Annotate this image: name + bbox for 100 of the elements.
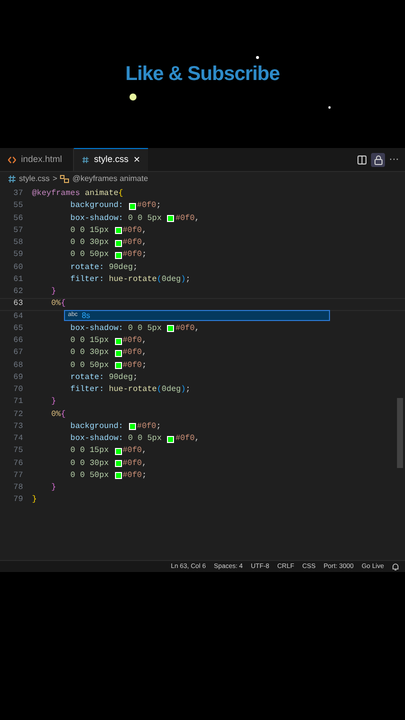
code-token: box-shadow: [69,433,124,446]
color-swatch[interactable] [114,338,122,345]
tab-label: index.html [21,152,62,166]
code-token: 0 0 15px [69,335,110,348]
color-swatch[interactable] [167,436,174,443]
overlay-title: Like & Subscribe [125,62,280,86]
code-token: rotate: [69,372,104,384]
code-token: , [142,224,147,237]
code-bracket: { [60,298,66,310]
code-icon [8,156,16,164]
breadcrumb-separator: > [52,173,58,185]
color-swatch[interactable] [129,423,136,430]
code-token: box-shadow: [69,322,124,335]
code-token: 0 0 15px [69,224,110,237]
code-token: #0f0 [122,237,142,250]
code-token: 0% [50,298,61,310]
code-token: #0f0 [175,322,195,335]
color-swatch[interactable] [114,240,122,247]
code-token: , [194,322,200,335]
line-number: 59 [12,249,24,262]
code-token: background: [69,200,124,212]
code-token: hue-rotate [108,384,157,396]
line-number: 67 [12,347,24,360]
code-bracket: ) [180,274,186,286]
color-swatch[interactable] [114,362,122,370]
code-token: animate [84,188,118,200]
code-token: #0f0 [122,347,142,360]
code-token: , [142,237,147,250]
line-number: 77 [12,470,24,482]
line-number: 75 [12,445,24,458]
code-token: 0 0 5px [127,212,163,225]
code-token: 90deg [108,262,133,274]
code-token: ; [156,420,162,433]
line-number: 71 [12,396,24,408]
code-token: filter: [69,274,104,286]
line-number: 72 [12,408,24,421]
color-swatch[interactable] [114,350,122,357]
code-bracket: ) [180,384,186,396]
color-swatch[interactable] [167,215,174,222]
code-bracket: ( [156,274,162,286]
code-token: ; [142,360,147,372]
code-token: 0 0 5px [127,322,163,335]
code-token: #0f0 [122,224,142,237]
code-token: , [194,212,200,225]
code-token: #0f0 [175,212,195,225]
lock-button[interactable] [371,152,385,166]
color-swatch[interactable] [114,460,122,468]
code-token: 0 0 5px [127,433,163,446]
code-token: 0 0 15px [69,445,110,458]
line-number: 76 [12,458,24,470]
editor-tab[interactable]: style.css × [74,148,148,171]
breadcrumb-file[interactable]: style.css [19,173,50,185]
color-swatch[interactable] [167,325,174,332]
bell-icon[interactable] [392,562,399,570]
code-token: #0f0 [137,420,156,433]
line-number: 78 [12,482,24,494]
code-token: #0f0 [137,200,156,212]
breadcrumb-symbol[interactable]: @keyframes animate [72,173,148,185]
color-swatch[interactable] [114,448,122,455]
line-number: 66 [12,335,24,348]
code-token: #0f0 [122,335,142,348]
color-swatch[interactable] [129,202,136,210]
code-token: #0f0 [122,445,142,458]
line-number: 68 [12,360,24,372]
code-token: 0deg [162,384,181,396]
code-token: 0 0 50px [69,249,110,262]
code-bracket: ( [156,384,162,396]
split-editor-icon[interactable] [357,154,367,164]
code-token: , [142,347,147,360]
close-icon[interactable]: × [134,152,140,168]
code-bracket: } [32,494,37,506]
code-token: ; [132,262,138,274]
code-token: ; [142,249,147,262]
line-number: 58 [12,237,24,250]
code-token: #0f0 [122,470,142,482]
color-swatch[interactable] [114,472,122,480]
code-token: 0 0 30px [69,237,110,250]
code-bracket: } [50,396,56,408]
code-token: background: [69,420,124,433]
line-number: 37 [12,188,24,200]
code-token: ; [186,274,190,286]
line-number: 70 [12,384,24,396]
color-swatch[interactable] [114,252,122,259]
code-token: , [142,458,147,470]
code-token: #0f0 [122,360,142,372]
line-number: 55 [12,200,24,212]
line-number: 56 [12,212,24,225]
line-number: 64 [12,310,24,323]
code-token: hue-rotate [108,274,157,286]
code-bracket: } [50,286,56,298]
code-token: ; [132,372,138,384]
color-swatch[interactable] [114,227,122,234]
code-token: box-shadow: [69,212,124,225]
code-token: #0f0 [122,458,142,470]
code-token: 0 0 30px [69,458,110,470]
hash-icon [82,156,90,164]
code-bracket: { [118,188,124,200]
code-token: ; [156,200,162,212]
code-bracket: { [60,408,66,421]
more-actions-button[interactable]: ··· [389,152,399,167]
